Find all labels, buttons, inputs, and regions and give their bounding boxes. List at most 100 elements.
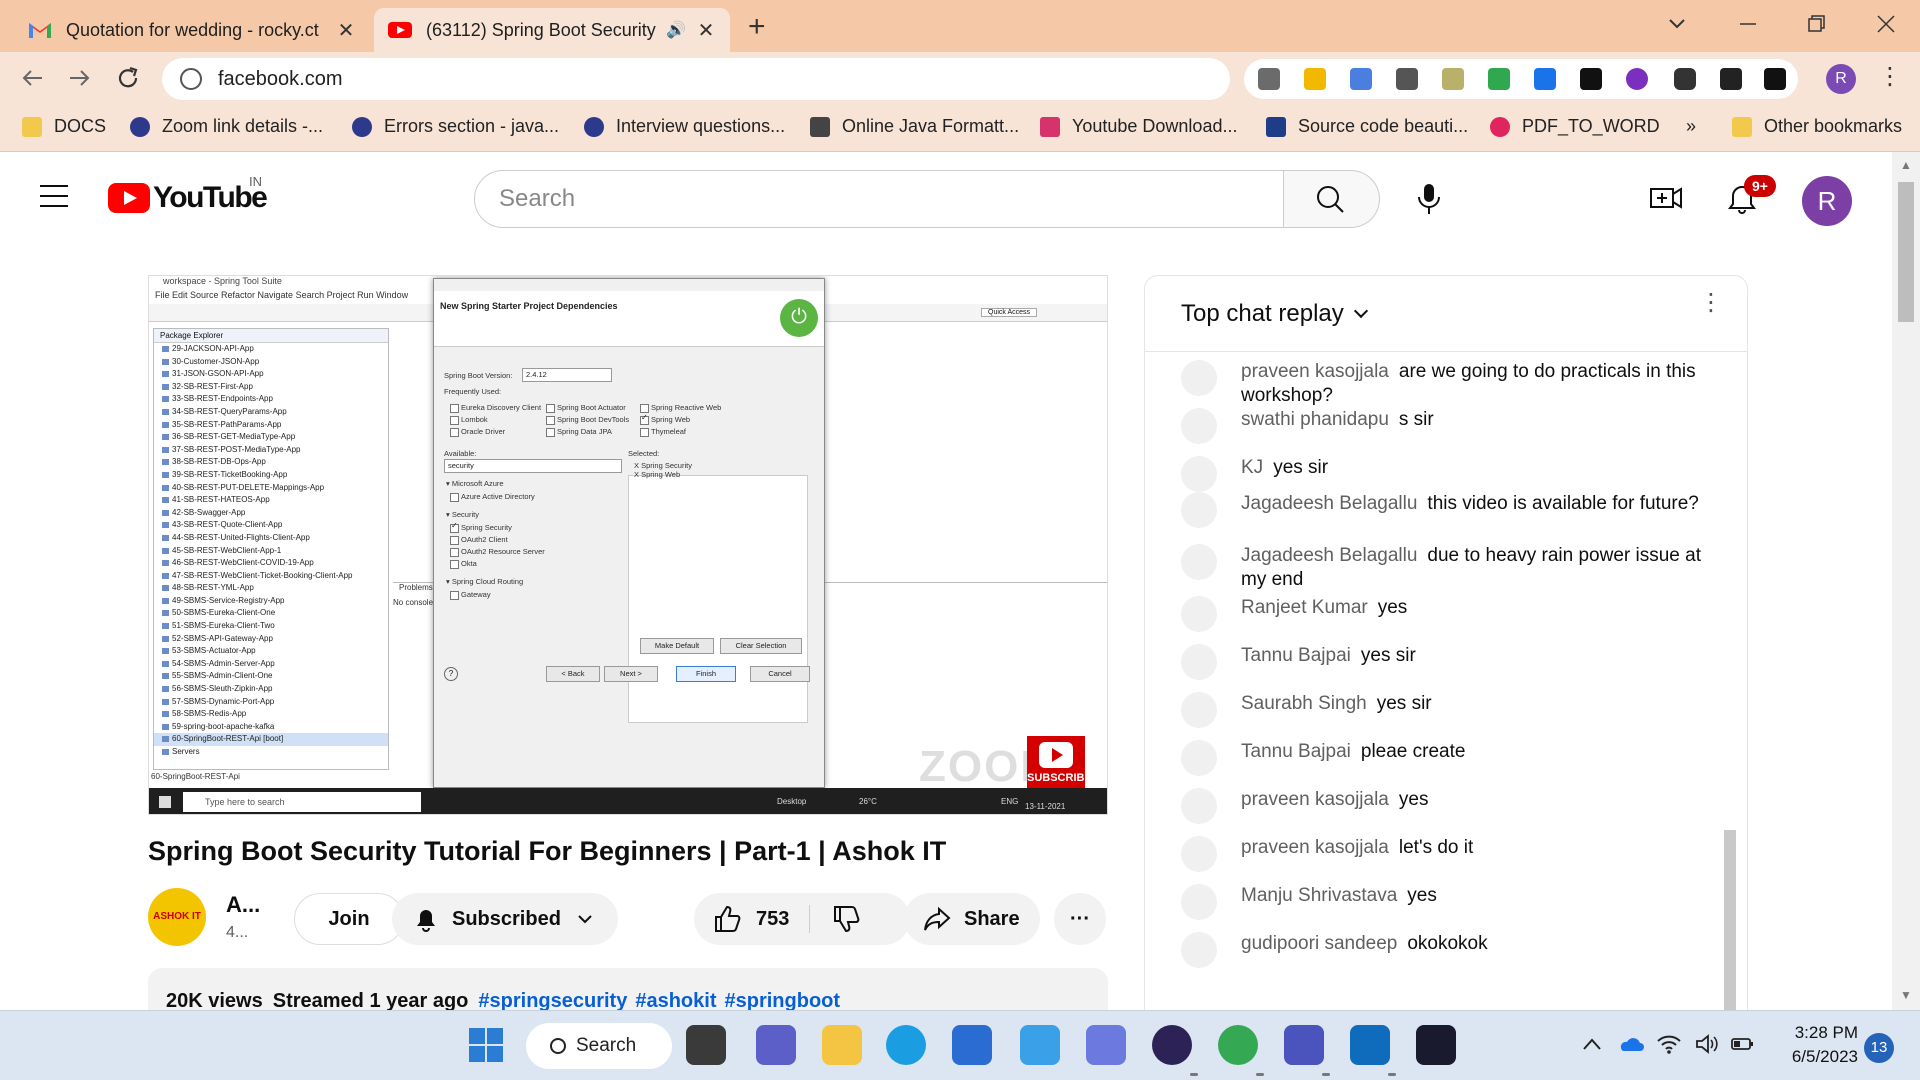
chat-author-avatar[interactable] [1181,740,1217,776]
chat-author-avatar[interactable] [1181,884,1217,920]
chat-author-avatar[interactable] [1181,788,1217,824]
chat-author-name[interactable]: praveen kasojjala [1241,789,1389,810]
profile-avatar[interactable]: R [1826,64,1856,94]
outlook-icon[interactable] [1350,1025,1390,1065]
account-avatar[interactable]: R [1802,176,1852,226]
tab-gmail[interactable]: Quotation for wedding - rocky.ct ✕ [14,8,370,52]
extension-icon[interactable] [1534,68,1556,90]
voice-search-button[interactable] [1400,170,1458,228]
eclipse-icon[interactable] [1152,1025,1192,1065]
zoom-icon[interactable] [1416,1025,1456,1065]
bookmark-other[interactable]: Other bookmarks [1732,116,1902,137]
chat-author-avatar[interactable] [1181,836,1217,872]
task-view-icon[interactable] [686,1025,726,1065]
chat-author-name[interactable]: Jagadeesh Belagallu [1241,493,1417,514]
extension-icon[interactable] [1304,68,1326,90]
video-player[interactable]: workspace - Spring Tool Suite File Edit … [148,275,1108,815]
back-arrow-icon[interactable] [20,66,44,90]
edge-icon[interactable] [886,1025,926,1065]
scrollbar-thumb[interactable] [1898,182,1914,322]
hashtag-link[interactable]: #ashokit [635,990,716,1012]
chat-author-avatar[interactable] [1181,596,1217,632]
search-input[interactable]: Search [474,170,1284,228]
chat-author-avatar[interactable] [1181,408,1217,444]
chat-author-avatar[interactable] [1181,932,1217,968]
hamburger-menu-icon[interactable] [40,185,68,207]
chat-author-avatar[interactable] [1181,544,1217,580]
chat-scrollbar[interactable] [1724,830,1736,1030]
chat-author-name[interactable]: Ranjeet Kumar [1241,597,1368,618]
notification-center-badge[interactable]: 13 [1864,1033,1894,1063]
site-info-icon[interactable] [180,68,202,90]
more-actions-button[interactable]: ··· [1054,893,1106,945]
puzzle-icon[interactable] [1674,68,1696,90]
chat-author-avatar[interactable] [1181,492,1217,528]
minimize-icon[interactable] [1738,14,1758,34]
chat-more-icon[interactable]: ⋮ [1699,291,1723,315]
file-explorer-icon[interactable] [822,1025,862,1065]
scroll-up-icon[interactable]: ▲ [1900,158,1912,172]
start-icon[interactable] [466,1025,506,1065]
chat-author-name[interactable]: Manju Shrivastava [1241,885,1397,906]
chrome-menu-icon[interactable]: ⋮ [1878,62,1902,91]
chat-icon[interactable] [756,1025,796,1065]
address-bar[interactable]: facebook.com [162,58,1230,100]
hashtag-link[interactable]: #springboot [725,990,841,1012]
thumbs-up-icon[interactable] [712,904,742,934]
chrome-icon[interactable] [1218,1025,1258,1065]
chat-author-avatar[interactable] [1181,692,1217,728]
hashtag-link[interactable]: #springsecurity [478,990,627,1012]
share-button[interactable]: Share [904,893,1040,945]
store-icon[interactable] [952,1025,992,1065]
restore-icon[interactable] [1806,14,1826,34]
photos-icon[interactable] [1020,1025,1060,1065]
bookmark-java-formatter[interactable]: Online Java Formatt... [810,116,1019,137]
clock-time[interactable]: 3:28 PM [1762,1023,1858,1043]
volume-icon[interactable] [1694,1033,1720,1055]
scroll-down-icon[interactable]: ▼ [1900,988,1912,1002]
extension-icon[interactable] [1396,68,1418,90]
chat-author-avatar[interactable] [1181,644,1217,680]
reload-icon[interactable] [116,66,140,90]
chat-author-name[interactable]: praveen kasojjala [1241,361,1389,382]
bookmark-source-code[interactable]: Source code beauti... [1266,116,1468,137]
bookmark-youtube-download[interactable]: Youtube Download... [1040,116,1237,137]
speaker-icon[interactable]: 🔊 [666,20,686,40]
channel-name[interactable]: A... [226,892,260,918]
channel-avatar[interactable]: ASHOK IT [148,888,206,946]
create-button[interactable] [1640,180,1692,220]
join-button[interactable]: Join [294,893,404,945]
chat-author-name[interactable]: Jagadeesh Belagallu [1241,545,1417,566]
close-window-icon[interactable] [1876,14,1896,34]
extension-icon[interactable] [1442,68,1464,90]
chat-author-name[interactable]: KJ [1241,457,1263,478]
onedrive-cloud-icon[interactable] [1618,1035,1644,1053]
page-scrollbar[interactable]: ▲ ▼ [1892,152,1920,1010]
bookmark-zoom-link[interactable]: Zoom link details -... [130,116,323,137]
extension-icon[interactable] [1488,68,1510,90]
snipping-tool-icon[interactable] [1086,1025,1126,1065]
chat-author-avatar[interactable] [1181,360,1217,396]
thumbs-down-icon[interactable] [831,904,861,934]
battery-icon[interactable] [1730,1035,1756,1053]
chat-author-name[interactable]: Tannu Bajpai [1241,741,1351,762]
bookmark-docs[interactable]: DOCS [22,116,106,137]
side-panel-icon[interactable] [1764,68,1786,90]
chat-author-name[interactable]: praveen kasojjala [1241,837,1389,858]
subscribed-button[interactable]: Subscribed [392,893,618,945]
extension-icon[interactable] [1580,68,1602,90]
bookmark-interview-questions[interactable]: Interview questions... [584,116,785,137]
close-tab-icon[interactable]: ✕ [696,18,716,43]
bookmark-pdf-to-word[interactable]: PDF_TO_WORD [1490,116,1660,137]
extension-icon[interactable] [1258,68,1280,90]
translate-icon[interactable] [1350,68,1372,90]
extension-icon[interactable] [1626,68,1648,90]
tab-search-chevron-icon[interactable] [1668,14,1686,32]
close-tab-icon[interactable]: ✕ [336,18,356,43]
search-button[interactable] [1284,170,1380,228]
taskbar-search[interactable]: Search [526,1023,672,1069]
new-tab-button[interactable]: + [748,10,766,44]
chat-author-name[interactable]: Saurabh Singh [1241,693,1367,714]
chevron-up-icon[interactable] [1582,1037,1602,1051]
chat-mode-dropdown[interactable]: Top chat replay [1181,300,1368,328]
